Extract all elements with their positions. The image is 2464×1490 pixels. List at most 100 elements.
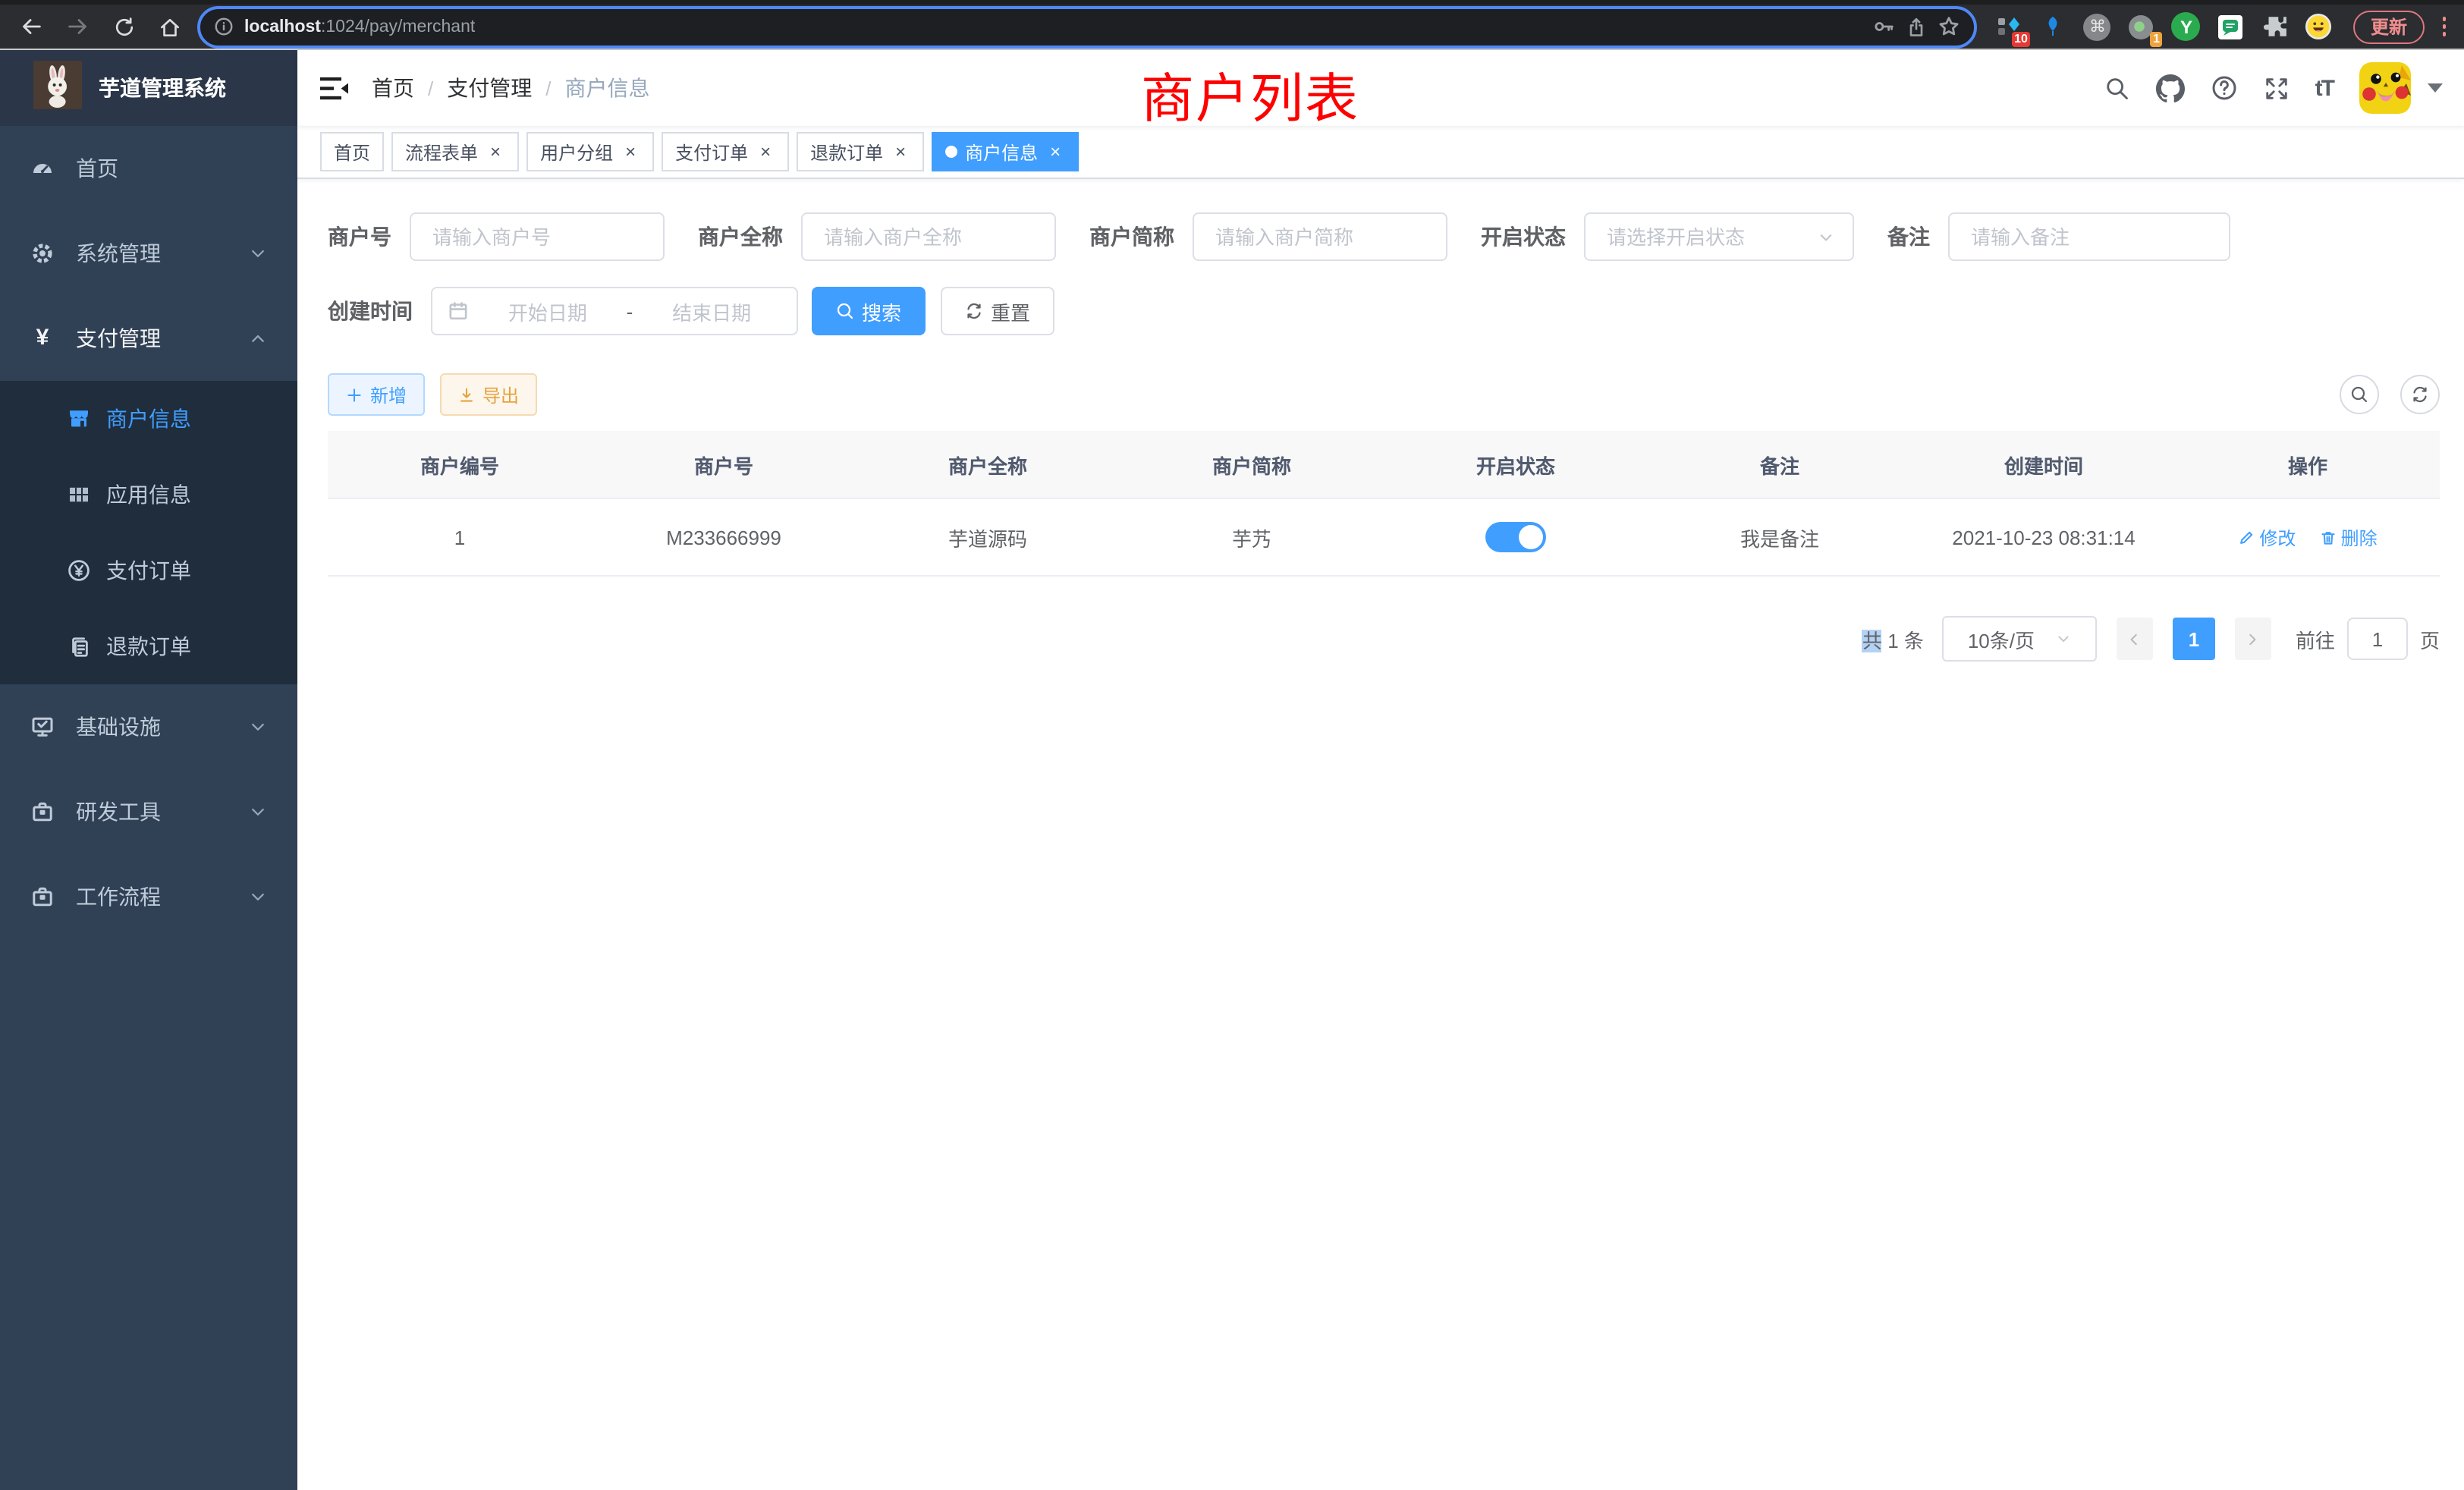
site-info-icon[interactable] [214, 17, 234, 36]
status-select-input[interactable] [1604, 224, 1809, 250]
tab-label: 支付订单 [675, 139, 748, 165]
main-area: 商户列表 首页 支付管理 商户信息 tT [297, 50, 2464, 1490]
sidebar-item-dev-tools[interactable]: 研发工具 [0, 769, 297, 854]
refresh-icon [965, 302, 983, 320]
plus-icon [346, 386, 363, 403]
sidebar-item-workflow[interactable]: 工作流程 [0, 854, 297, 939]
status-select[interactable] [1584, 212, 1854, 261]
filter-full-name: 商户全称 [698, 212, 1056, 261]
yen-icon: ¥ [30, 326, 55, 350]
chevron-down-icon [249, 244, 267, 262]
breadcrumb-payment[interactable]: 支付管理 [414, 73, 532, 103]
close-icon[interactable] [1045, 142, 1065, 162]
sidebar-submenu-payment: 商户信息 应用信息 支付订单 退款订单 [0, 381, 297, 684]
share-icon[interactable] [1906, 16, 1928, 37]
extension-y-icon[interactable]: Y [2172, 12, 2201, 41]
sidebar-item-label: 支付管理 [76, 323, 228, 354]
close-icon[interactable] [891, 142, 910, 162]
tab-user-group[interactable]: 用户分组 [526, 132, 654, 171]
extension-balloon-icon[interactable] [2040, 13, 2067, 40]
forward-icon[interactable] [65, 14, 91, 39]
extensions-puzzle-icon[interactable] [2261, 13, 2289, 40]
delete-link[interactable]: 删除 [2320, 524, 2378, 550]
cell-remark: 我是备注 [1648, 498, 1912, 576]
chevron-down-icon [249, 803, 267, 821]
sidebar-item-system[interactable]: 系统管理 [0, 211, 297, 296]
password-key-icon[interactable] [1873, 15, 1896, 38]
sidebar-item-app-info[interactable]: 应用信息 [0, 457, 297, 533]
export-button[interactable]: 导出 [440, 373, 537, 416]
field-label: 创建时间 [328, 296, 413, 326]
home-icon[interactable] [158, 14, 182, 39]
short-name-input[interactable] [1212, 224, 1428, 250]
storefront-icon [67, 407, 91, 431]
status-toggle[interactable] [1485, 522, 1546, 552]
page-number-button[interactable]: 1 [2173, 618, 2215, 660]
add-button-label: 新增 [370, 382, 407, 407]
help-icon[interactable] [2211, 74, 2238, 102]
fullscreen-icon[interactable] [2264, 75, 2290, 101]
avatar[interactable] [2359, 62, 2411, 114]
github-icon[interactable] [2156, 74, 2185, 102]
app-logo[interactable]: 芋道管理系统 [0, 50, 297, 126]
page-size-value: 10条/页 [1968, 624, 2035, 653]
browser-update-button[interactable]: 更新 [2354, 10, 2424, 43]
toggle-search-button[interactable] [2340, 375, 2379, 414]
next-page-button[interactable] [2235, 618, 2271, 660]
reset-button[interactable]: 重置 [941, 287, 1054, 335]
browser-menu-icon[interactable] [2436, 17, 2452, 36]
browser-extensions: 10 ⌘ 1 Y [1996, 12, 2333, 41]
sidebar-item-label: 研发工具 [76, 797, 228, 827]
sidebar-item-pay-orders[interactable]: 支付订单 [0, 533, 297, 608]
goto-page-input[interactable] [2349, 626, 2406, 652]
browser-nav-buttons [18, 14, 182, 39]
avatar-caret-icon[interactable] [2428, 83, 2443, 93]
extension-blocks-icon[interactable]: 10 [1996, 13, 2023, 40]
end-date-placeholder[interactable]: 结束日期 [642, 297, 781, 325]
close-icon[interactable] [486, 142, 505, 162]
filter-remark: 备注 [1887, 212, 2230, 261]
extension-chat-icon[interactable] [2217, 13, 2245, 40]
sidebar-item-infra[interactable]: 基础设施 [0, 684, 297, 769]
tab-home[interactable]: 首页 [320, 132, 384, 171]
prev-page-button[interactable] [2117, 618, 2153, 660]
close-icon[interactable] [621, 142, 640, 162]
add-button[interactable]: 新增 [328, 373, 425, 416]
extension-status-icon[interactable]: 1 [2128, 13, 2155, 40]
bookmark-star-icon[interactable] [1938, 15, 1961, 38]
reload-icon[interactable] [112, 14, 137, 39]
app-title: 芋道管理系统 [99, 73, 226, 103]
tab-pay-orders[interactable]: 支付订单 [662, 132, 789, 171]
cell-status [1384, 498, 1648, 576]
font-size-icon[interactable]: tT [2315, 75, 2334, 101]
tab-process-form[interactable]: 流程表单 [391, 132, 519, 171]
search-button[interactable]: 搜索 [812, 287, 926, 335]
merchant-no-input[interactable] [429, 224, 645, 250]
url-path: :1024/pay/merchant [321, 17, 475, 36]
sidebar-item-payment[interactable]: ¥ 支付管理 [0, 296, 297, 381]
dashboard-icon [30, 156, 55, 181]
sidebar-item-home[interactable]: 首页 [0, 126, 297, 211]
monitor-check-icon [30, 715, 55, 739]
date-range-picker[interactable]: 开始日期 - 结束日期 [431, 287, 798, 335]
start-date-placeholder[interactable]: 开始日期 [478, 297, 618, 325]
sidebar-collapse-icon[interactable] [297, 50, 372, 126]
profile-emoji-icon[interactable] [2305, 13, 2333, 40]
edit-link[interactable]: 修改 [2238, 524, 2296, 550]
full-name-input[interactable] [821, 224, 1036, 250]
page-size-select[interactable]: 10条/页 [1942, 616, 2097, 662]
browser-address-bar[interactable]: localhost:1024/pay/merchant [197, 5, 1978, 48]
sidebar-item-refund-orders[interactable]: 退款订单 [0, 608, 297, 684]
tab-refund-orders[interactable]: 退款订单 [797, 132, 924, 171]
back-icon[interactable] [18, 14, 44, 39]
sidebar-item-merchant-info[interactable]: 商户信息 [0, 381, 297, 457]
tab-merchant-info[interactable]: 商户信息 [932, 132, 1079, 171]
sidebar-item-label: 应用信息 [106, 479, 191, 510]
remark-input[interactable] [1968, 224, 2211, 250]
command-symbol: ⌘ [2089, 17, 2106, 36]
search-icon[interactable] [2104, 75, 2130, 101]
extension-command-icon[interactable]: ⌘ [2084, 13, 2111, 40]
close-icon[interactable] [756, 142, 775, 162]
breadcrumb-home[interactable]: 首页 [372, 73, 414, 103]
refresh-button[interactable] [2400, 375, 2440, 414]
